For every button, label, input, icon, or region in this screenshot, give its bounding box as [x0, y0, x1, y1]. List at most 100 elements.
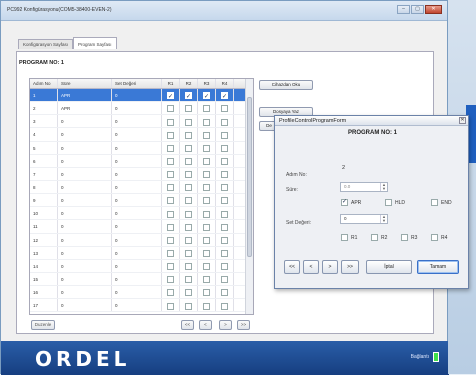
- relay-checkbox[interactable]: [221, 210, 228, 218]
- nav-prev-button[interactable]: <: [199, 320, 212, 330]
- table-row[interactable]: 11 0 0: [30, 220, 253, 234]
- relay-checkbox[interactable]: [203, 302, 210, 310]
- relay-checkbox[interactable]: [167, 105, 174, 113]
- step-cell[interactable]: 17: [30, 299, 58, 312]
- relay-checkbox[interactable]: [185, 158, 192, 166]
- relay-checkbox[interactable]: [203, 236, 210, 244]
- setpoint-cell[interactable]: 0: [112, 299, 162, 312]
- r2-checkbox[interactable]: R2: [371, 234, 387, 241]
- relay-checkbox[interactable]: [221, 289, 228, 297]
- nav-next-button[interactable]: >: [219, 320, 232, 330]
- relay-checkbox[interactable]: [221, 118, 228, 126]
- duration-cell[interactable]: 0: [58, 259, 112, 272]
- step-cell[interactable]: 8: [30, 180, 58, 194]
- relay-checkbox[interactable]: [203, 105, 210, 113]
- hld-check-icon[interactable]: [385, 199, 392, 206]
- relay-checkbox[interactable]: [167, 158, 174, 166]
- duration-cell[interactable]: 0: [58, 233, 112, 246]
- duration-cell[interactable]: 0: [58, 141, 112, 154]
- relay-checkbox[interactable]: [221, 144, 228, 152]
- setpoint-cell[interactable]: 0: [112, 233, 162, 246]
- duration-spinner-icon[interactable]: ▲ ▼: [380, 183, 387, 191]
- table-row[interactable]: 2 APR 0: [30, 102, 253, 116]
- relay-checkbox[interactable]: [167, 144, 174, 152]
- table-row[interactable]: 1 APR 0: [30, 89, 253, 103]
- setpoint-cell[interactable]: 0: [112, 141, 162, 154]
- relay-checkbox[interactable]: [203, 263, 210, 271]
- table-row[interactable]: 12 0 0: [30, 233, 253, 247]
- step-cell[interactable]: 3: [30, 115, 58, 128]
- relay-checkbox[interactable]: [203, 197, 210, 205]
- step-cell[interactable]: 7: [30, 167, 58, 180]
- relay-checkbox[interactable]: [203, 171, 210, 179]
- read-from-device-button[interactable]: Cihazdan Oku: [259, 80, 313, 90]
- minimize-button[interactable]: –: [397, 5, 410, 14]
- relay-checkbox[interactable]: [221, 91, 228, 101]
- setpoint-cell[interactable]: 0: [112, 286, 162, 299]
- table-row[interactable]: 10 0 0: [30, 207, 253, 221]
- relay-checkbox[interactable]: [221, 223, 228, 231]
- relay-checkbox[interactable]: [203, 131, 210, 139]
- relay-checkbox[interactable]: [203, 184, 210, 192]
- hld-checkbox[interactable]: HLD: [385, 199, 405, 206]
- step-cell[interactable]: 9: [30, 194, 58, 207]
- duration-cell[interactable]: 0: [58, 115, 112, 128]
- relay-checkbox[interactable]: [203, 118, 210, 126]
- duration-input[interactable]: 0.0 ▲ ▼: [340, 182, 388, 192]
- nav-last-button[interactable]: >>: [237, 320, 250, 330]
- step-cell[interactable]: 12: [30, 233, 58, 246]
- duration-cell[interactable]: APR: [58, 102, 112, 115]
- program-steps-grid[interactable]: Adım No Süre Set Değeri R1 R2 R3 R4 1 APR…: [29, 78, 254, 315]
- duration-cell[interactable]: 0: [58, 220, 112, 233]
- table-row[interactable]: 16 0 0: [30, 286, 253, 300]
- relay-checkbox[interactable]: [167, 263, 174, 271]
- table-row[interactable]: 700: [30, 167, 253, 181]
- column-header-r4[interactable]: R4: [216, 79, 234, 88]
- setpoint-spinner-icon[interactable]: ▲ ▼: [380, 215, 387, 223]
- relay-checkbox[interactable]: [167, 302, 174, 310]
- table-row[interactable]: 600: [30, 154, 253, 168]
- maximize-button[interactable]: ▢: [411, 5, 424, 14]
- dialog-first-button[interactable]: <<: [284, 260, 300, 274]
- relay-checkbox[interactable]: [185, 197, 192, 205]
- setpoint-cell[interactable]: 0: [112, 220, 162, 233]
- step-cell[interactable]: 4: [30, 128, 58, 141]
- setpoint-cell[interactable]: 0: [112, 154, 162, 167]
- dialog-next-button[interactable]: >: [322, 260, 338, 274]
- relay-checkbox[interactable]: [203, 91, 210, 101]
- relay-checkbox[interactable]: [167, 118, 174, 126]
- relay-checkbox[interactable]: [221, 171, 228, 179]
- duration-cell[interactable]: 0: [58, 286, 112, 299]
- step-cell[interactable]: 13: [30, 246, 58, 259]
- duration-cell[interactable]: 0: [58, 180, 112, 194]
- r4-checkbox[interactable]: R4: [431, 234, 447, 241]
- r2-check-icon[interactable]: [371, 234, 378, 241]
- duration-cell[interactable]: 0: [58, 167, 112, 180]
- apr-checkbox[interactable]: APR: [341, 198, 361, 206]
- r3-check-icon[interactable]: [401, 234, 408, 241]
- setpoint-cell[interactable]: 0: [112, 194, 162, 207]
- step-cell[interactable]: 2: [30, 102, 58, 115]
- table-row[interactable]: 17 0 0: [30, 299, 253, 313]
- setpoint-cell[interactable]: 0: [112, 115, 162, 128]
- tab-program[interactable]: Program Sayfası: [73, 37, 117, 49]
- dialog-prev-button[interactable]: <: [303, 260, 319, 274]
- relay-checkbox[interactable]: [203, 210, 210, 218]
- step-cell[interactable]: 6: [30, 154, 58, 167]
- dialog-cancel-button[interactable]: İptal: [366, 260, 412, 274]
- relay-checkbox[interactable]: [167, 210, 174, 218]
- relay-checkbox[interactable]: [167, 289, 174, 297]
- relay-checkbox[interactable]: [203, 223, 210, 231]
- relay-checkbox[interactable]: [221, 158, 228, 166]
- relay-checkbox[interactable]: [203, 250, 210, 257]
- relay-checkbox[interactable]: [185, 131, 192, 139]
- duration-cell[interactable]: 0: [58, 246, 112, 259]
- relay-checkbox[interactable]: [167, 131, 174, 139]
- relay-checkbox[interactable]: [203, 289, 210, 297]
- end-check-icon[interactable]: [431, 199, 438, 206]
- relay-checkbox[interactable]: [221, 105, 228, 113]
- setpoint-cell[interactable]: 0: [112, 259, 162, 272]
- column-header-setpoint[interactable]: Set Değeri: [112, 79, 162, 88]
- relay-checkbox[interactable]: [203, 144, 210, 152]
- relay-checkbox[interactable]: [185, 289, 192, 297]
